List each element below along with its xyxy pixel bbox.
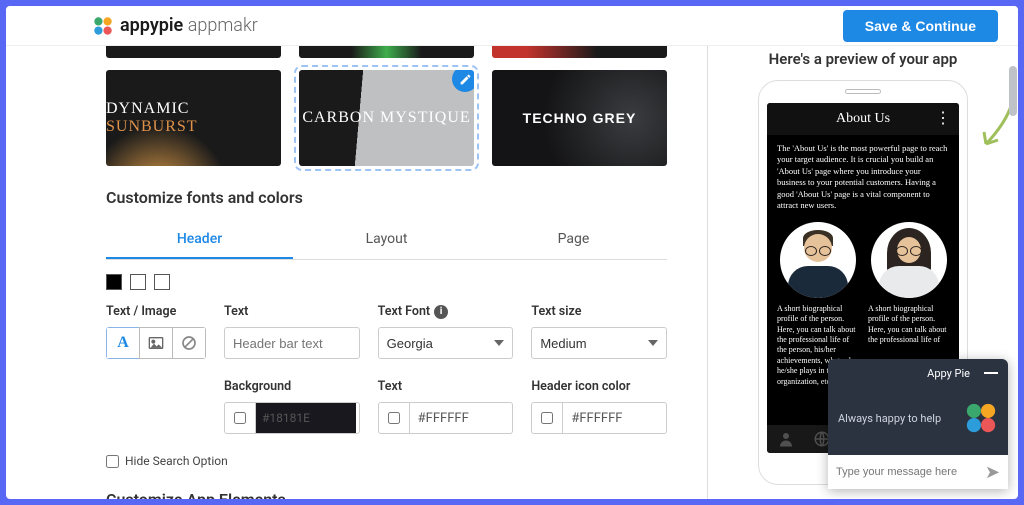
option-text-icon[interactable]: A [106,327,140,359]
theme-techno-grey[interactable]: TECHNO GREY [492,70,667,166]
edit-theme-icon[interactable] [452,70,474,92]
chat-greeting: Always happy to help [838,412,954,425]
tabs: Header Layout Page [106,221,667,260]
hide-search-checkbox[interactable] [106,455,119,468]
appypie-logo-icon [964,401,998,435]
kebab-menu-icon: ⋮ [935,111,951,127]
icon-color-enable-checkbox[interactable] [531,402,563,434]
option-image-icon[interactable] [139,327,173,359]
header-text-input[interactable] [224,327,360,359]
chat-input[interactable] [836,466,985,478]
save-continue-button[interactable]: Save & Continue [843,10,998,42]
preview-title: Here's a preview of your app [718,50,1008,68]
section-customize-fonts: Customize fonts and colors [106,188,667,207]
text-color-input[interactable]: #FFFFFF [410,402,514,434]
text-image-toggle: A [106,327,206,359]
minimize-icon[interactable] [984,372,998,374]
label-size: Text size [531,304,667,319]
label-icon-color: Header icon color [531,379,667,394]
size-select[interactable]: Medium [531,327,667,359]
editor-panel: DYNAMIC SUNBURST CARBON MYSTIQUE TECHNO … [6,46,708,499]
topbar: appypie appmakr Save & Continue [6,6,1018,46]
color-swatch-black[interactable] [106,274,122,290]
label-text-color: Text [378,379,514,394]
font-select[interactable]: Georgia [378,327,514,359]
user-icon [777,430,795,448]
label-background: Background [224,379,360,394]
text-color-enable-checkbox[interactable] [378,402,410,434]
label-font: Text Fonti [378,304,514,319]
theme-dynamic-sunburst[interactable]: DYNAMIC SUNBURST [106,70,281,166]
color-swatch[interactable] [130,274,146,290]
scrollbar[interactable] [1009,66,1017,116]
color-swatch[interactable] [154,274,170,290]
preview-panel: Here's a preview of your app About Us ⋮ … [708,46,1018,499]
tab-layout[interactable]: Layout [293,221,480,259]
avatar-female [871,222,947,298]
tab-page[interactable]: Page [480,221,667,259]
label-text-image: Text / Image [106,304,206,319]
option-none-icon[interactable] [172,327,206,359]
hide-search-label: Hide Search Option [125,454,228,468]
bg-color-input[interactable]: #18181E [256,402,360,434]
icon-color-input[interactable]: #FFFFFF [563,402,667,434]
preview-intro: The 'About Us' is the most powerful page… [777,143,949,212]
bg-enable-checkbox[interactable] [224,402,256,434]
theme-tile[interactable] [299,46,474,58]
theme-carbon-mystique[interactable]: CARBON MYSTIQUE [299,70,474,166]
theme-tile[interactable] [106,46,281,58]
section-customize-elements: Customize App Elements [106,490,667,499]
brand: appypie appmakr [92,15,258,37]
help-icon[interactable]: i [434,305,448,319]
send-icon[interactable]: ➤ [985,462,1000,483]
tab-header[interactable]: Header [106,221,293,259]
theme-tile[interactable] [492,46,667,58]
label-text: Text [224,304,360,319]
brand-logo-icon [92,15,114,37]
chat-title: Appy Pie [838,367,978,380]
avatar-male [780,222,856,298]
preview-header: About Us ⋮ [767,103,959,135]
bio-text: A short biographical profile of the pers… [868,304,949,346]
chat-widget: Appy Pie Always happy to help ➤ [828,359,1008,489]
